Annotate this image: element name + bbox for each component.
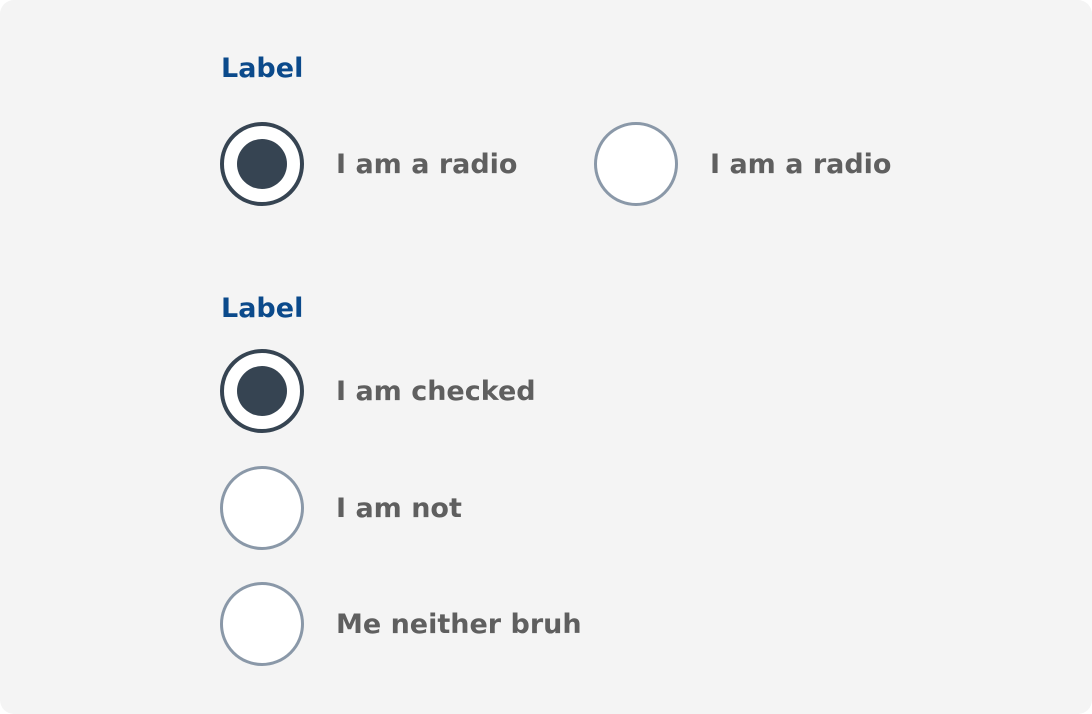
radio-option-label[interactable]: I am a radio	[710, 149, 892, 180]
radio-option-neither[interactable]: Me neither bruh	[220, 582, 582, 666]
radio-option-horizontal-1[interactable]: I am a radio	[220, 122, 518, 206]
radio-selected-dot	[237, 366, 287, 416]
radio-option-label[interactable]: I am not	[336, 493, 462, 524]
radio-button[interactable]	[220, 466, 304, 550]
radio-button[interactable]	[594, 122, 678, 206]
group-label-vertical: Label	[221, 293, 304, 324]
radio-button[interactable]	[220, 582, 304, 666]
radio-button[interactable]	[220, 349, 304, 433]
radio-option-label[interactable]: I am a radio	[336, 149, 518, 180]
radio-button[interactable]	[220, 122, 304, 206]
radio-selected-dot	[237, 139, 287, 189]
radio-demo-card: Label I am a radio I am a radio Label I …	[0, 0, 1092, 714]
radio-option-label[interactable]: Me neither bruh	[336, 609, 582, 640]
radio-option-label[interactable]: I am checked	[336, 376, 536, 407]
radio-option-checked[interactable]: I am checked	[220, 349, 536, 433]
group-label-horizontal: Label	[221, 53, 304, 84]
radio-option-horizontal-2[interactable]: I am a radio	[594, 122, 892, 206]
radio-option-not[interactable]: I am not	[220, 466, 462, 550]
